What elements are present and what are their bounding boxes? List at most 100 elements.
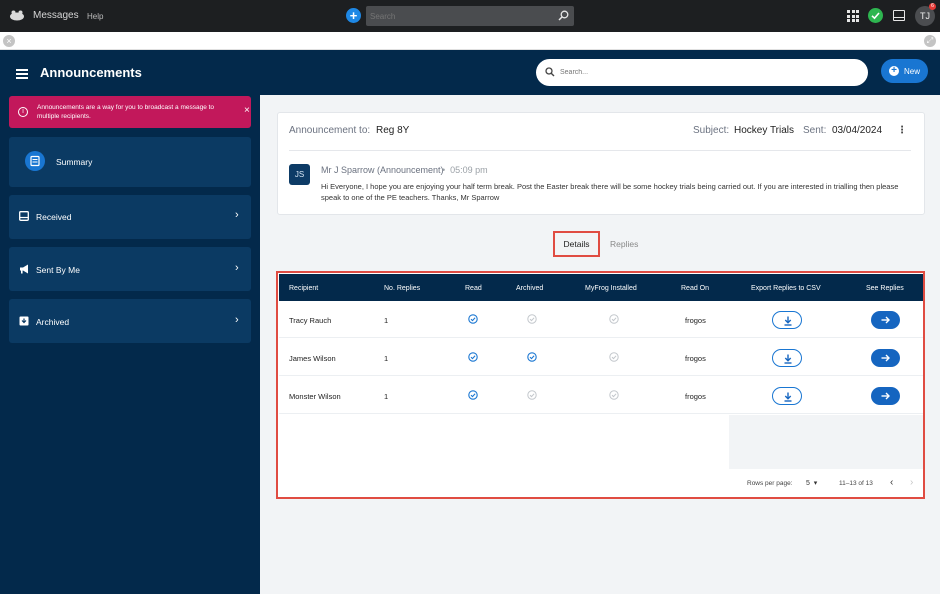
export-csv-button[interactable]: [772, 349, 802, 367]
column-header: Recipient: [289, 285, 319, 292]
summary-icon: [25, 151, 45, 171]
top-bar: Messages Help + TJ 6: [0, 0, 940, 32]
table-row: [279, 301, 923, 338]
see-replies-button[interactable]: [871, 387, 900, 405]
table-row: [279, 339, 923, 376]
column-header: Archived: [516, 285, 544, 292]
announcement-search-input[interactable]: [560, 59, 850, 86]
close-notice-icon[interactable]: ×: [244, 106, 250, 116]
announcement-to-label: Announcement to:: [289, 125, 371, 136]
expand-icon[interactable]: ⤢: [924, 35, 936, 47]
info-notice: i Announcements are a way for you to bro…: [9, 96, 251, 128]
rows-per-page-label: Rows per page:: [747, 480, 793, 487]
read-status-icon: [468, 352, 478, 362]
recipient-name: James Wilson: [289, 354, 336, 363]
table-empty-area: [729, 415, 923, 469]
help-link[interactable]: Help: [87, 12, 103, 21]
new-label: New: [904, 66, 921, 76]
message-body: Hi Everyone, I hope you are enjoying you…: [321, 182, 899, 202]
myfrog-status-icon: [609, 314, 619, 324]
sent-time: • 05:09 pm: [442, 165, 488, 175]
notice-text: Announcements are a way for you to broad…: [37, 104, 215, 120]
column-header: Read On: [681, 285, 710, 292]
see-replies-button[interactable]: [871, 311, 900, 329]
more-options-icon[interactable]: ⋮: [897, 125, 907, 136]
next-page-button[interactable]: ›: [910, 477, 913, 488]
read-on: frogos: [685, 354, 706, 363]
tab-replies[interactable]: Replies: [610, 239, 638, 249]
page-title: Announcements: [40, 65, 142, 80]
read-on: frogos: [685, 316, 706, 325]
read-status-icon: [468, 314, 478, 324]
see-replies-button[interactable]: [871, 349, 900, 367]
global-search-input[interactable]: [366, 6, 546, 26]
app-title[interactable]: Messages: [33, 10, 79, 21]
myfrog-status-icon: [609, 390, 619, 400]
column-header: Export Replies to CSV: [751, 285, 821, 292]
new-button[interactable]: + New: [881, 59, 928, 83]
plus-icon: +: [889, 66, 899, 76]
sidebar-item-archived[interactable]: Archived ›: [9, 299, 251, 343]
arrow-right-icon: [881, 354, 890, 362]
sidebar-item-label: Archived: [36, 317, 70, 327]
reply-count: 1: [384, 354, 389, 363]
column-header: Read: [465, 285, 482, 292]
previous-page-button[interactable]: ‹: [890, 477, 893, 488]
arrow-right-icon: [881, 316, 890, 324]
subject-value: Hockey Trials: [734, 125, 795, 136]
card-divider: [289, 150, 911, 151]
chevron-right-icon: ›: [235, 262, 239, 274]
frog-logo-icon[interactable]: [9, 10, 25, 21]
inbox-icon[interactable]: [893, 10, 905, 21]
archive-icon: [19, 316, 29, 326]
add-icon[interactable]: +: [346, 8, 361, 23]
sidebar-item-received[interactable]: Received ›: [9, 195, 251, 239]
sender-name: Mr J Sparrow (Announcement): [321, 165, 444, 175]
status-check-icon[interactable]: [868, 8, 883, 23]
arrow-right-icon: [881, 392, 890, 400]
sender-avatar: JS: [289, 164, 310, 185]
sidebar-item-label: Sent By Me: [36, 265, 80, 275]
export-csv-button[interactable]: [772, 387, 802, 405]
archived-status-icon: [527, 390, 537, 400]
subject-label: Subject:: [693, 125, 730, 136]
reply-count: 1: [384, 392, 389, 401]
recipient-name: Tracy Rauch: [289, 316, 332, 325]
reply-count: 1: [384, 316, 389, 325]
sent-value: 03/04/2024: [832, 125, 883, 136]
export-csv-button[interactable]: [772, 311, 802, 329]
column-header: No. Replies: [384, 285, 421, 292]
table-row: [279, 377, 923, 414]
sidebar-item-summary[interactable]: Summary: [9, 137, 251, 187]
announcement-to-value: Reg 8Y: [376, 125, 410, 136]
apps-grid-icon[interactable]: [847, 10, 859, 22]
pagination-range: 11–13 of 13: [839, 480, 873, 487]
sidebar-item-label: Received: [36, 212, 72, 222]
read-on: frogos: [685, 392, 706, 401]
sent-time-value: 05:09 pm: [450, 165, 488, 175]
global-search[interactable]: [366, 6, 574, 26]
tab-details[interactable]: Details: [553, 231, 600, 257]
sidebar-item-sent-by-me[interactable]: Sent By Me ›: [9, 247, 251, 291]
chevron-right-icon: ›: [235, 209, 239, 221]
archived-status-icon: [527, 314, 537, 324]
myfrog-status-icon: [609, 352, 619, 362]
announcement-search[interactable]: [536, 59, 868, 86]
sidebar-item-label: Summary: [56, 157, 93, 167]
menu-icon[interactable]: [16, 69, 28, 79]
megaphone-icon: [20, 264, 28, 274]
close-icon[interactable]: ×: [3, 35, 15, 47]
inbox-icon: [19, 211, 29, 221]
search-icon: [545, 67, 555, 77]
rows-per-page-select[interactable]: 5 ▾: [806, 479, 817, 487]
archived-status-icon: [527, 352, 537, 362]
rows-per-page-value: 5: [806, 480, 810, 487]
column-header: See Replies: [866, 285, 904, 292]
read-status-icon: [468, 390, 478, 400]
info-icon: i: [18, 107, 28, 117]
chevron-right-icon: ›: [235, 314, 239, 326]
notification-badge: 6: [929, 3, 936, 10]
search-icon[interactable]: [558, 10, 569, 21]
download-icon: [784, 354, 792, 364]
table-empty-area: [279, 415, 729, 469]
